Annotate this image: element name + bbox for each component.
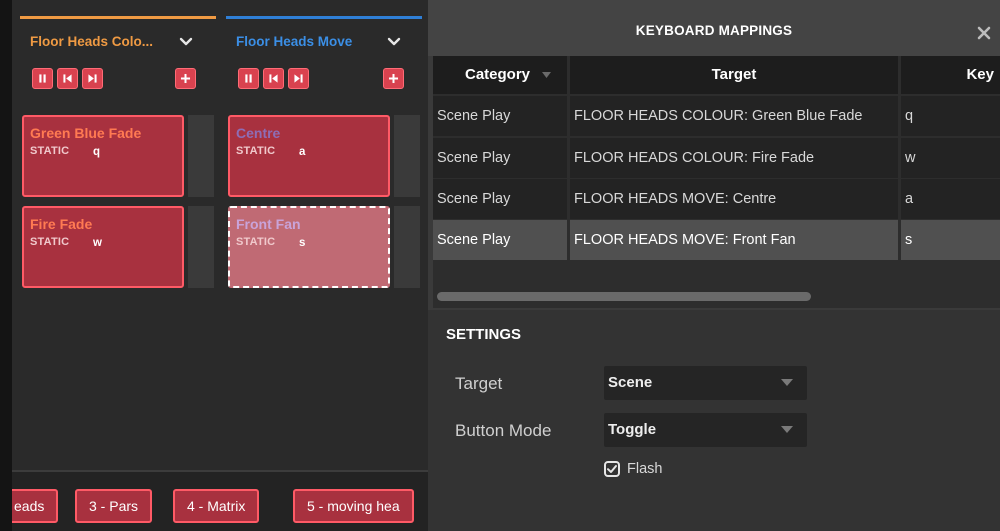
- select-value: Toggle: [608, 421, 657, 438]
- target-label: Target: [455, 374, 503, 393]
- column-header-label: Target: [711, 66, 757, 83]
- cell-key: w: [901, 138, 1000, 178]
- horizontal-scrollbar[interactable]: [437, 292, 997, 302]
- cell-category: Scene Play: [433, 96, 567, 136]
- keyboard-mappings-dialog: KEYBOARD MAPPINGS Category Target Key Sc…: [428, 0, 1000, 531]
- dialog-title: KEYBOARD MAPPINGS: [635, 23, 793, 38]
- scene-type: STATIC: [236, 145, 276, 157]
- scene-tile-centre[interactable]: Centre STATIC a: [228, 115, 390, 197]
- sort-caret-icon: [542, 72, 552, 79]
- scene-page-tab[interactable]: 5 - moving hea: [293, 489, 414, 523]
- cell-target: FLOOR HEADS COLOUR: Fire Fade: [570, 138, 898, 178]
- scene-type: STATIC: [30, 236, 70, 248]
- column-header-label: Key: [966, 66, 994, 83]
- scene-name: Centre: [236, 125, 281, 141]
- scene-column-floor-heads-move: Floor Heads Move Centre STATIC a Front F…: [226, 0, 422, 300]
- scene-key: s: [299, 237, 306, 249]
- close-icon[interactable]: [976, 25, 992, 41]
- previous-scene-button[interactable]: [57, 68, 78, 89]
- column-header[interactable]: Floor Heads Colo...: [20, 0, 216, 58]
- scene-key: a: [299, 146, 306, 158]
- column-header-label: Category: [465, 66, 531, 83]
- scene-side-handle[interactable]: [394, 115, 420, 197]
- cell-category: Scene Play: [433, 220, 567, 260]
- scene-tile-green-blue-fade[interactable]: Green Blue Fade STATIC q: [22, 115, 184, 197]
- dropdown-arrow-icon: [781, 426, 793, 434]
- scene-panel: Floor Heads Colo... Green Blue Fade STAT…: [0, 0, 428, 531]
- scene-page-tab[interactable]: eads: [12, 489, 59, 523]
- cell-category: Scene Play: [433, 138, 567, 178]
- scene-name: Front Fan: [236, 216, 301, 232]
- pause-button[interactable]: [32, 68, 53, 89]
- cell-key: a: [901, 179, 1000, 219]
- next-scene-button[interactable]: [82, 68, 103, 89]
- previous-scene-button[interactable]: [263, 68, 284, 89]
- panel-edge-strip: [0, 0, 12, 531]
- column-controls: [226, 68, 422, 92]
- scene-side-handle[interactable]: [394, 206, 420, 288]
- scrollbar-thumb[interactable]: [437, 292, 811, 301]
- column-controls: [20, 68, 216, 92]
- add-scene-button[interactable]: [383, 68, 404, 89]
- scene-column-floor-heads-colour: Floor Heads Colo... Green Blue Fade STAT…: [20, 0, 216, 300]
- select-value: Scene: [608, 374, 653, 391]
- cell-target: FLOOR HEADS MOVE: Centre: [570, 179, 898, 219]
- column-accent-bar: [226, 16, 422, 19]
- scene-side-handle[interactable]: [188, 206, 214, 288]
- next-scene-button[interactable]: [288, 68, 309, 89]
- cell-target: FLOOR HEADS MOVE: Front Fan: [570, 220, 898, 260]
- mappings-table: Category Target Key Scene Play FLOOR HEA…: [433, 56, 1000, 308]
- flash-checkbox[interactable]: [604, 461, 620, 477]
- scene-tile-front-fan[interactable]: Front Fan STATIC s: [228, 206, 390, 288]
- target-select[interactable]: Scene: [604, 366, 807, 400]
- dialog-header: KEYBOARD MAPPINGS: [428, 0, 1000, 56]
- column-header-key[interactable]: Key: [901, 56, 1000, 94]
- cell-category: Scene Play: [433, 179, 567, 219]
- scene-side-handle[interactable]: [188, 115, 214, 197]
- scene-name: Green Blue Fade: [30, 125, 142, 141]
- chevron-down-icon[interactable]: [386, 33, 402, 49]
- settings-title: SETTINGS: [446, 326, 522, 343]
- column-header[interactable]: Floor Heads Move: [226, 0, 422, 58]
- dropdown-arrow-icon: [781, 379, 793, 387]
- button-mode-label: Button Mode: [455, 421, 552, 440]
- scene-page-tab[interactable]: 3 - Pars: [75, 489, 153, 523]
- column-header-category[interactable]: Category: [433, 56, 567, 94]
- scene-key: q: [93, 146, 101, 158]
- column-title: Floor Heads Move: [236, 34, 353, 49]
- scene-tile-fire-fade[interactable]: Fire Fade STATIC w: [22, 206, 184, 288]
- chevron-down-icon[interactable]: [178, 33, 194, 49]
- scene-key: w: [93, 237, 102, 249]
- scene-page-tab[interactable]: 4 - Matrix: [173, 489, 260, 523]
- cell-target: FLOOR HEADS COLOUR: Green Blue Fade: [570, 96, 898, 136]
- scene-type: STATIC: [236, 236, 276, 248]
- scene-type: STATIC: [30, 145, 70, 157]
- scene-page-tabs: eads 3 - Pars 4 - Matrix 5 - moving hea: [12, 470, 428, 531]
- scene-name: Fire Fade: [30, 216, 93, 232]
- column-title: Floor Heads Colo...: [30, 34, 154, 49]
- settings-section: SETTINGS Target Scene Button Mode Toggle…: [428, 310, 1000, 531]
- cell-key: q: [901, 96, 1000, 136]
- column-header-target[interactable]: Target: [570, 56, 898, 94]
- add-scene-button[interactable]: [175, 68, 196, 89]
- cell-key: s: [901, 220, 1000, 260]
- button-mode-select[interactable]: Toggle: [604, 413, 807, 447]
- column-accent-bar: [20, 16, 216, 19]
- flash-label: Flash: [627, 461, 663, 477]
- pause-button[interactable]: [238, 68, 259, 89]
